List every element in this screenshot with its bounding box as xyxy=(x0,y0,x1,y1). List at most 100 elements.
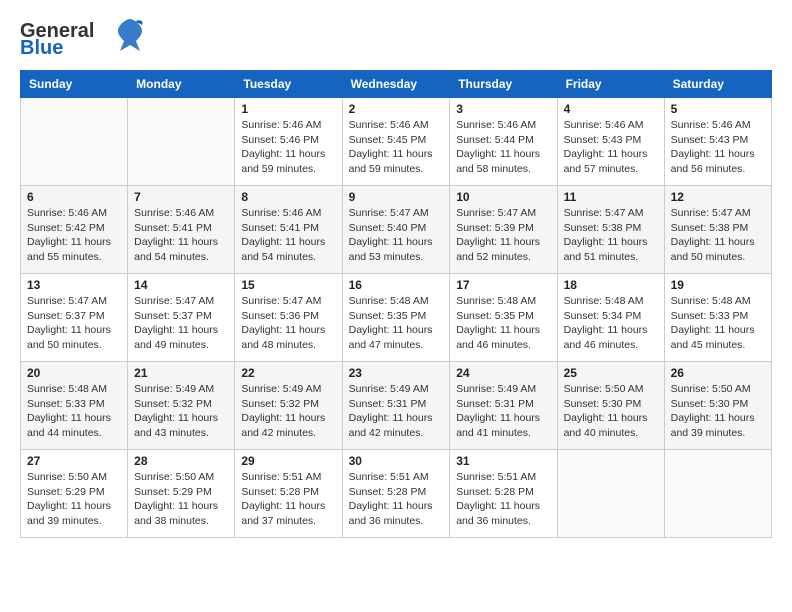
day-number: 30 xyxy=(349,454,444,468)
calendar-cell: 28 Sunrise: 5:50 AM Sunset: 5:29 PM Dayli… xyxy=(128,450,235,538)
day-number: 26 xyxy=(671,366,765,380)
calendar-cell: 5 Sunrise: 5:46 AM Sunset: 5:43 PM Daylig… xyxy=(664,98,771,186)
calendar-cell: 29Sunrise: 5:51 AM Sunset: 5:28 PM Dayli… xyxy=(235,450,342,538)
day-number: 1 xyxy=(241,102,335,116)
day-number: 18 xyxy=(564,278,658,292)
calendar-cell: 2 Sunrise: 5:46 AM Sunset: 5:45 PM Daylig… xyxy=(342,98,450,186)
day-info: Sunrise: 5:46 AM Sunset: 5:46 PM Dayligh… xyxy=(241,118,335,177)
calendar-cell: 18 Sunrise: 5:48 AM Sunset: 5:34 PM Dayli… xyxy=(557,274,664,362)
calendar-cell: 8 Sunrise: 5:46 AM Sunset: 5:41 PM Daylig… xyxy=(235,186,342,274)
day-info: Sunrise: 5:46 AM Sunset: 5:45 PM Dayligh… xyxy=(349,118,444,177)
day-number: 11 xyxy=(564,190,658,204)
day-info: Sunrise: 5:47 AM Sunset: 5:38 PM Dayligh… xyxy=(564,206,658,265)
day-info: Sunrise: 5:46 AM Sunset: 5:43 PM Dayligh… xyxy=(564,118,658,177)
day-number: 6 xyxy=(27,190,121,204)
day-number: 4 xyxy=(564,102,658,116)
day-number: 24 xyxy=(456,366,550,380)
day-number: 3 xyxy=(456,102,550,116)
day-number: 31 xyxy=(456,454,550,468)
calendar-header-row: SundayMondayTuesdayWednesdayThursdayFrid… xyxy=(21,71,772,98)
calendar-cell: 30 Sunrise: 5:51 AM Sunset: 5:28 PM Dayli… xyxy=(342,450,450,538)
day-info: Sunrise: 5:48 AM Sunset: 5:35 PM Dayligh… xyxy=(456,294,550,353)
logo: General Blue xyxy=(20,20,144,60)
calendar-cell xyxy=(557,450,664,538)
day-number: 7 xyxy=(134,190,228,204)
day-number: 21 xyxy=(134,366,228,380)
calendar-cell: 1 Sunrise: 5:46 AM Sunset: 5:46 PM Daylig… xyxy=(235,98,342,186)
calendar-cell: 23 Sunrise: 5:49 AM Sunset: 5:31 PM Dayli… xyxy=(342,362,450,450)
day-info: Sunrise: 5:47 AM Sunset: 5:36 PM Dayligh… xyxy=(241,294,335,353)
day-number: 16 xyxy=(349,278,444,292)
day-info: Sunrise: 5:50 AM Sunset: 5:30 PM Dayligh… xyxy=(564,382,658,441)
calendar-week-5: 27 Sunrise: 5:50 AM Sunset: 5:29 PM Dayli… xyxy=(21,450,772,538)
calendar-cell: 22Sunrise: 5:49 AM Sunset: 5:32 PM Dayli… xyxy=(235,362,342,450)
day-info: Sunrise: 5:51 AM Sunset: 5:28 PM Dayligh… xyxy=(456,470,550,529)
day-number: 9 xyxy=(349,190,444,204)
calendar-cell xyxy=(128,98,235,186)
calendar-cell: 21Sunrise: 5:49 AM Sunset: 5:32 PM Dayli… xyxy=(128,362,235,450)
calendar-cell: 16 Sunrise: 5:48 AM Sunset: 5:35 PM Dayli… xyxy=(342,274,450,362)
weekday-header-sunday: Sunday xyxy=(21,71,128,98)
calendar-week-3: 13 Sunrise: 5:47 AM Sunset: 5:37 PM Dayli… xyxy=(21,274,772,362)
day-info: Sunrise: 5:47 AM Sunset: 5:40 PM Dayligh… xyxy=(349,206,444,265)
calendar-cell: 12Sunrise: 5:47 AM Sunset: 5:38 PM Dayli… xyxy=(664,186,771,274)
day-number: 10 xyxy=(456,190,550,204)
day-number: 27 xyxy=(27,454,121,468)
page-header: General Blue xyxy=(20,20,772,60)
logo-bird-icon xyxy=(116,17,144,53)
day-number: 28 xyxy=(134,454,228,468)
day-number: 19 xyxy=(671,278,765,292)
calendar-cell: 7 Sunrise: 5:46 AM Sunset: 5:41 PM Daylig… xyxy=(128,186,235,274)
day-info: Sunrise: 5:50 AM Sunset: 5:29 PM Dayligh… xyxy=(27,470,121,529)
calendar-cell: 6 Sunrise: 5:46 AM Sunset: 5:42 PM Daylig… xyxy=(21,186,128,274)
weekday-header-friday: Friday xyxy=(557,71,664,98)
calendar-cell: 17 Sunrise: 5:48 AM Sunset: 5:35 PM Dayli… xyxy=(450,274,557,362)
weekday-header-thursday: Thursday xyxy=(450,71,557,98)
calendar-week-2: 6 Sunrise: 5:46 AM Sunset: 5:42 PM Daylig… xyxy=(21,186,772,274)
day-number: 5 xyxy=(671,102,765,116)
day-info: Sunrise: 5:50 AM Sunset: 5:30 PM Dayligh… xyxy=(671,382,765,441)
day-number: 29 xyxy=(241,454,335,468)
calendar-cell: 10 Sunrise: 5:47 AM Sunset: 5:39 PM Dayli… xyxy=(450,186,557,274)
weekday-header-tuesday: Tuesday xyxy=(235,71,342,98)
calendar-cell: 31 Sunrise: 5:51 AM Sunset: 5:28 PM Dayli… xyxy=(450,450,557,538)
day-number: 14 xyxy=(134,278,228,292)
day-info: Sunrise: 5:50 AM Sunset: 5:29 PM Dayligh… xyxy=(134,470,228,529)
calendar-week-4: 20Sunrise: 5:48 AM Sunset: 5:33 PM Dayli… xyxy=(21,362,772,450)
day-info: Sunrise: 5:46 AM Sunset: 5:43 PM Dayligh… xyxy=(671,118,765,177)
day-number: 2 xyxy=(349,102,444,116)
day-info: Sunrise: 5:46 AM Sunset: 5:42 PM Dayligh… xyxy=(27,206,121,265)
day-number: 23 xyxy=(349,366,444,380)
calendar-cell: 20Sunrise: 5:48 AM Sunset: 5:33 PM Dayli… xyxy=(21,362,128,450)
day-number: 22 xyxy=(241,366,335,380)
day-info: Sunrise: 5:46 AM Sunset: 5:41 PM Dayligh… xyxy=(241,206,335,265)
day-number: 25 xyxy=(564,366,658,380)
day-number: 20 xyxy=(27,366,121,380)
day-info: Sunrise: 5:47 AM Sunset: 5:38 PM Dayligh… xyxy=(671,206,765,265)
day-number: 17 xyxy=(456,278,550,292)
day-info: Sunrise: 5:48 AM Sunset: 5:35 PM Dayligh… xyxy=(349,294,444,353)
day-info: Sunrise: 5:47 AM Sunset: 5:39 PM Dayligh… xyxy=(456,206,550,265)
day-info: Sunrise: 5:49 AM Sunset: 5:31 PM Dayligh… xyxy=(349,382,444,441)
calendar-cell: 26 Sunrise: 5:50 AM Sunset: 5:30 PM Dayli… xyxy=(664,362,771,450)
day-info: Sunrise: 5:47 AM Sunset: 5:37 PM Dayligh… xyxy=(27,294,121,353)
day-info: Sunrise: 5:48 AM Sunset: 5:34 PM Dayligh… xyxy=(564,294,658,353)
calendar-cell xyxy=(21,98,128,186)
calendar-cell: 24Sunrise: 5:49 AM Sunset: 5:31 PM Dayli… xyxy=(450,362,557,450)
day-info: Sunrise: 5:46 AM Sunset: 5:41 PM Dayligh… xyxy=(134,206,228,265)
weekday-header-wednesday: Wednesday xyxy=(342,71,450,98)
day-info: Sunrise: 5:51 AM Sunset: 5:28 PM Dayligh… xyxy=(349,470,444,529)
calendar-week-1: 1 Sunrise: 5:46 AM Sunset: 5:46 PM Daylig… xyxy=(21,98,772,186)
calendar-cell: 11 Sunrise: 5:47 AM Sunset: 5:38 PM Dayli… xyxy=(557,186,664,274)
day-info: Sunrise: 5:46 AM Sunset: 5:44 PM Dayligh… xyxy=(456,118,550,177)
logo-blue: Blue xyxy=(20,37,63,60)
calendar-cell xyxy=(664,450,771,538)
day-number: 15 xyxy=(241,278,335,292)
calendar-cell: 25 Sunrise: 5:50 AM Sunset: 5:30 PM Dayli… xyxy=(557,362,664,450)
calendar-cell: 9 Sunrise: 5:47 AM Sunset: 5:40 PM Daylig… xyxy=(342,186,450,274)
calendar-cell: 13 Sunrise: 5:47 AM Sunset: 5:37 PM Dayli… xyxy=(21,274,128,362)
day-number: 8 xyxy=(241,190,335,204)
calendar-table: SundayMondayTuesdayWednesdayThursdayFrid… xyxy=(20,70,772,538)
day-number: 13 xyxy=(27,278,121,292)
day-info: Sunrise: 5:47 AM Sunset: 5:37 PM Dayligh… xyxy=(134,294,228,353)
